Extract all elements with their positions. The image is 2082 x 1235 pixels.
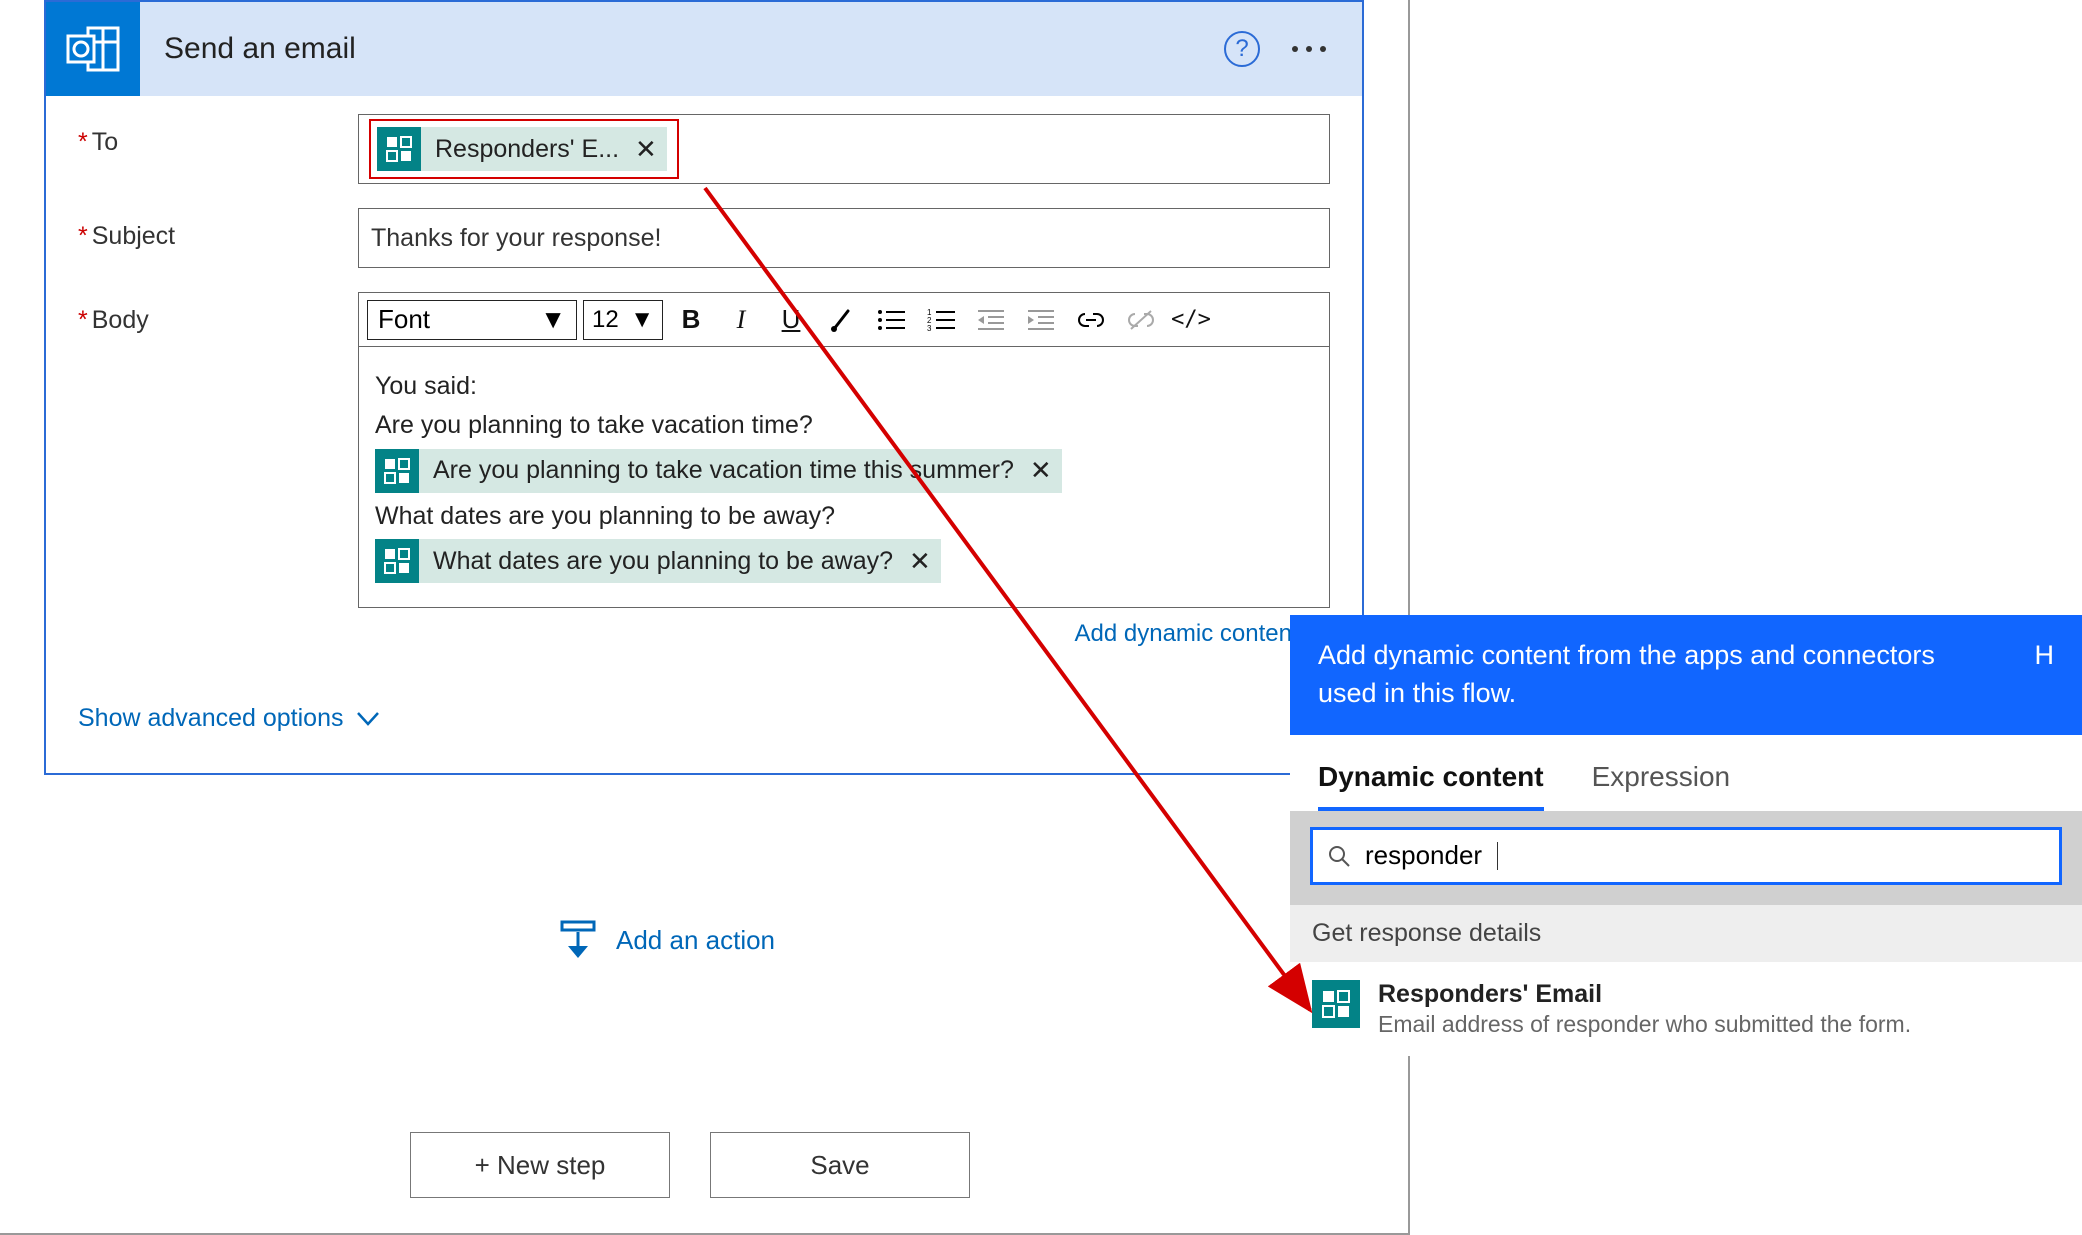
hide-link[interactable]: H [2035, 637, 2055, 675]
dynamic-result-subtitle: Email address of responder who submitted… [1378, 1011, 1911, 1038]
new-step-button[interactable]: + New step [410, 1132, 670, 1198]
close-icon[interactable]: ✕ [909, 541, 931, 581]
font-select[interactable]: Font▼ [367, 300, 577, 340]
code-view-button[interactable]: </> [1169, 300, 1213, 340]
body-token-dates[interactable]: What dates are you planning to be away? … [375, 539, 941, 583]
search-value: responder [1365, 840, 1482, 871]
flow-canvas: Send an email ? *To Responders' E... [0, 0, 1410, 1235]
field-to: *To Responders' E... ✕ [78, 114, 1330, 184]
outdent-button[interactable] [969, 300, 1013, 340]
card-body: *To Responders' E... ✕ [46, 96, 1362, 773]
card-header[interactable]: Send an email ? [46, 2, 1362, 96]
text-cursor [1497, 842, 1498, 870]
chevron-down-icon: ▼ [540, 304, 566, 335]
body-token-vacation[interactable]: Are you planning to take vacation time t… [375, 449, 1062, 493]
font-size-select[interactable]: 12▼ [583, 300, 663, 340]
body-text-label: What dates are you planning to be away? [375, 497, 1313, 536]
rte-body[interactable]: You said: Are you planning to take vacat… [359, 347, 1329, 607]
footer-buttons: + New step Save [410, 1132, 970, 1198]
dynamic-tabs: Dynamic content Expression [1290, 735, 2082, 811]
forms-icon [375, 539, 419, 583]
add-action-icon [560, 920, 596, 960]
dynamic-panel-heading: Add dynamic content from the apps and co… [1318, 637, 1958, 713]
rich-text-editor: Font▼ 12▼ B I U 123 [358, 292, 1330, 608]
search-icon [1327, 844, 1351, 868]
tab-dynamic-content[interactable]: Dynamic content [1318, 761, 1544, 811]
forms-icon [1312, 980, 1360, 1028]
numbered-list-button[interactable]: 123 [919, 300, 963, 340]
field-to-label: *To [78, 114, 358, 157]
dynamic-search-area: responder [1290, 811, 2082, 905]
field-subject: *Subject Thanks for your response! [78, 208, 1330, 268]
dynamic-result-title: Responders' Email [1378, 980, 1911, 1009]
action-card-send-email: Send an email ? *To Responders' E... [44, 0, 1364, 775]
chevron-down-icon: ▼ [630, 306, 654, 334]
to-token-label: Responders' E... [435, 135, 619, 164]
to-input[interactable]: Responders' E... ✕ [358, 114, 1330, 184]
close-icon[interactable]: ✕ [635, 134, 657, 165]
unlink-button[interactable] [1119, 300, 1163, 340]
save-button[interactable]: Save [710, 1132, 970, 1198]
dynamic-section-header: Get response details [1290, 905, 2082, 962]
help-icon[interactable]: ? [1224, 31, 1260, 67]
color-button[interactable] [819, 300, 863, 340]
more-icon[interactable] [1292, 46, 1326, 52]
bold-button[interactable]: B [669, 300, 713, 340]
to-token-highlight: Responders' E... ✕ [369, 119, 679, 179]
responders-email-token[interactable]: Responders' E... ✕ [377, 127, 667, 171]
dynamic-result-responders-email[interactable]: Responders' Email Email address of respo… [1290, 962, 2082, 1056]
italic-button[interactable]: I [719, 300, 763, 340]
field-subject-label: *Subject [78, 208, 358, 251]
field-body: *Body Font▼ 12▼ B I U [78, 292, 1330, 648]
forms-icon [375, 449, 419, 493]
body-text-label: Are you planning to take vacation time? [375, 406, 1313, 445]
underline-button[interactable]: U [769, 300, 813, 340]
link-button[interactable] [1069, 300, 1113, 340]
body-token-label: What dates are you planning to be away? [433, 542, 893, 581]
dynamic-search-input[interactable]: responder [1310, 827, 2062, 885]
field-body-label: *Body [78, 292, 358, 335]
bullets-button[interactable] [869, 300, 913, 340]
body-token-label: Are you planning to take vacation time t… [433, 451, 1014, 490]
svg-text:3: 3 [927, 324, 932, 331]
close-icon[interactable]: ✕ [1030, 450, 1052, 490]
outlook-icon [46, 2, 140, 96]
dynamic-content-panel: Add dynamic content from the apps and co… [1290, 615, 2082, 1056]
chevron-down-icon [357, 712, 379, 726]
forms-icon [377, 127, 421, 171]
dynamic-panel-header: Add dynamic content from the apps and co… [1290, 615, 2082, 735]
subject-input[interactable]: Thanks for your response! [358, 208, 1330, 268]
card-title: Send an email [140, 32, 1224, 66]
add-action-button[interactable]: Add an action [560, 920, 775, 960]
indent-button[interactable] [1019, 300, 1063, 340]
rte-toolbar: Font▼ 12▼ B I U 123 [359, 293, 1329, 347]
add-dynamic-content-link[interactable]: Add dynamic content [358, 620, 1330, 648]
tab-expression[interactable]: Expression [1592, 761, 1731, 811]
show-advanced-options[interactable]: Show advanced options [78, 704, 1330, 733]
body-text-label: You said: [375, 367, 1313, 406]
